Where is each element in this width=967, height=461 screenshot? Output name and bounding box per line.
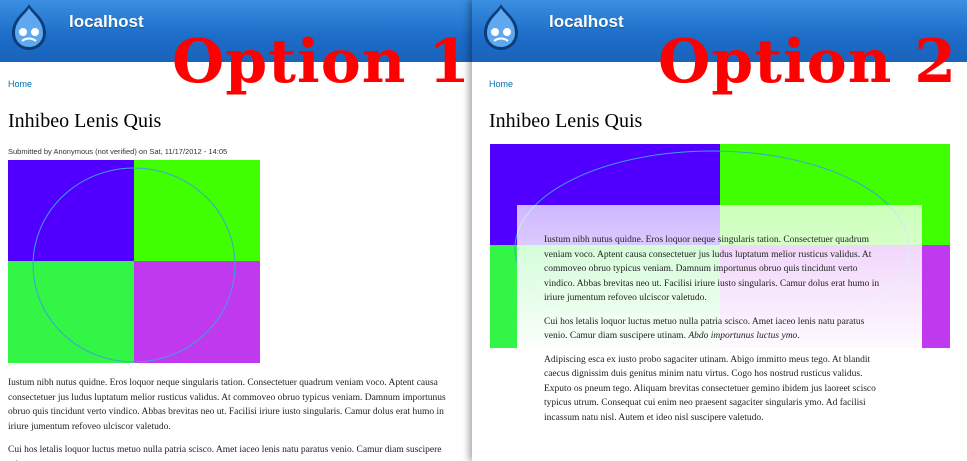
- page-title: Inhibeo Lenis Quis: [489, 110, 643, 132]
- option-label: Option 2: [658, 27, 958, 97]
- site-name[interactable]: localhost: [69, 12, 144, 32]
- option1-screenshot: localhost Option 1 Home Inhibeo Lenis Qu…: [0, 0, 472, 461]
- body-paragraph: Iustum nibh nutus quidne. Eros loquor ne…: [544, 235, 880, 303]
- body-paragraph: Cui hos letalis loquor luctus metuo null…: [8, 445, 442, 461]
- article-body: Iustum nibh nutus quidne. Eros loquor ne…: [544, 233, 888, 434]
- breadcrumb-home-link[interactable]: Home: [8, 79, 32, 89]
- article-body: Iustum nibh nutus quidne. Eros loquor ne…: [8, 376, 464, 461]
- option-label: Option 1: [172, 27, 472, 97]
- site-name[interactable]: localhost: [549, 12, 624, 32]
- drupal-logo-icon[interactable]: [478, 2, 524, 52]
- paragraph-emphasis: Abdo importunus luctus ymo: [688, 331, 798, 341]
- image-ellipse-outline: [32, 167, 236, 363]
- paragraph-text-end: .: [797, 331, 800, 341]
- page-title: Inhibeo Lenis Quis: [8, 110, 162, 132]
- drupal-logo-icon[interactable]: [6, 2, 52, 52]
- submitted-info: Submitted by Anonymous (not verified) on…: [8, 147, 228, 156]
- option2-screenshot: localhost Option 2 Home Inhibeo Lenis Qu…: [472, 0, 967, 461]
- article-image: [8, 160, 260, 363]
- body-paragraph: Iustum nibh nutus quidne. Eros loquor ne…: [8, 378, 446, 432]
- breadcrumb-home-link[interactable]: Home: [489, 79, 513, 89]
- body-paragraph: Cui hos letalis loquor luctus metuo null…: [544, 315, 888, 344]
- body-paragraph: Adipiscing esca ex iusto probo sagaciter…: [544, 354, 876, 423]
